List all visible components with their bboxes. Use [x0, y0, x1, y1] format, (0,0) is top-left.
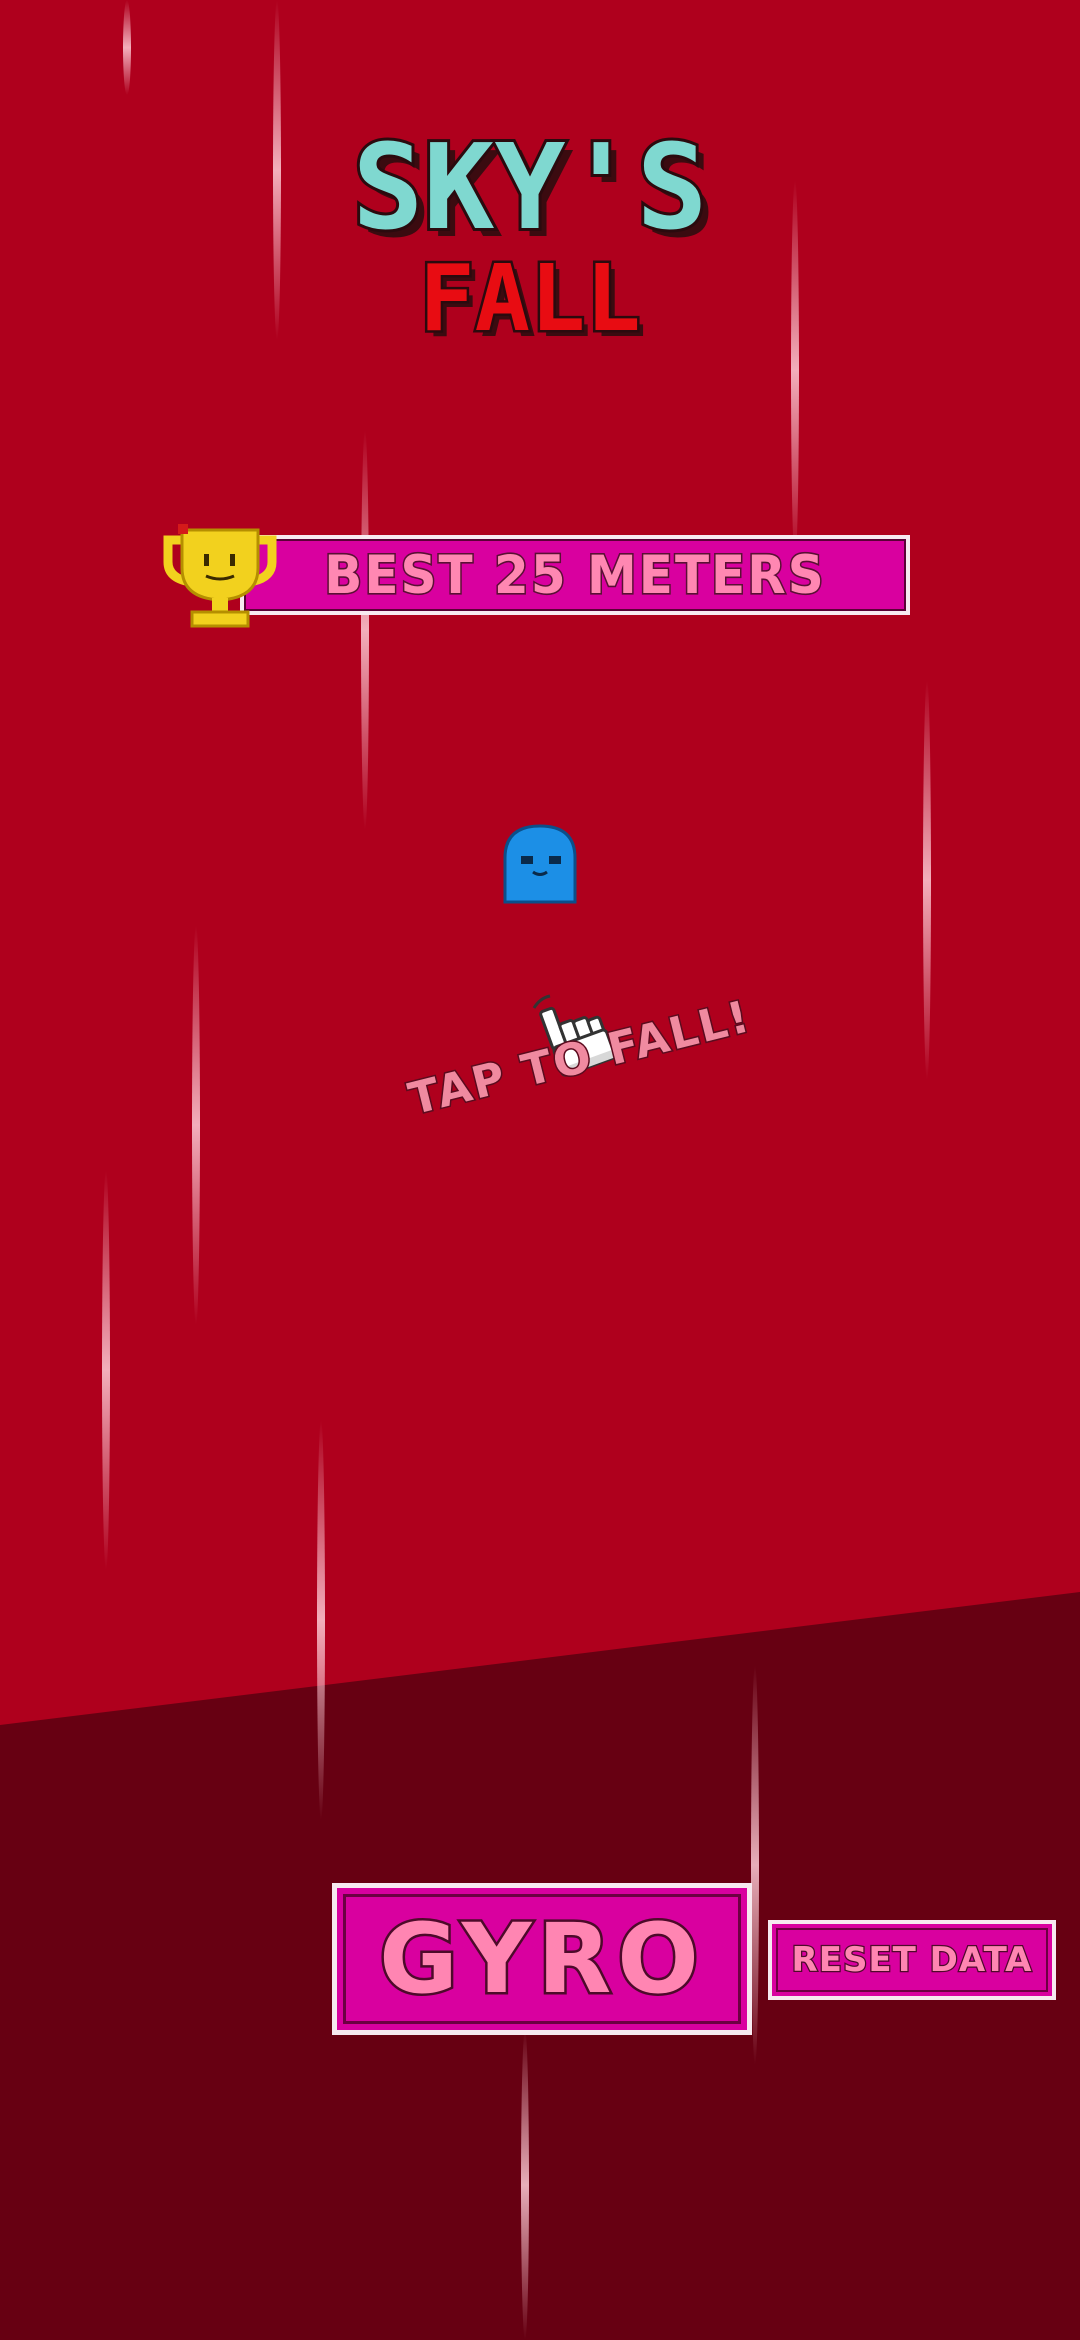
reset-data-button[interactable]: RESET DATA: [768, 1920, 1056, 2000]
rain-streak: [192, 925, 200, 1325]
reset-data-button-label: RESET DATA: [790, 1939, 1033, 1982]
blue-blob-character[interactable]: [497, 822, 583, 908]
rain-streak: [123, 0, 131, 95]
rain-streak: [317, 1420, 325, 1820]
rain-streak: [791, 180, 799, 560]
rain-streak: [273, 0, 281, 340]
title-line2: FALL: [419, 245, 641, 350]
rain-streak: [751, 1665, 759, 2065]
title-line1: SKY'S: [352, 120, 707, 256]
rain-streak: [102, 1170, 110, 1570]
trophy-icon: [163, 524, 277, 628]
rain-streak: [361, 430, 369, 830]
game-title-logo: SKY'S SKY'S FALL FALL: [349, 120, 715, 350]
best-score-text: BEST 25 METERS: [323, 543, 826, 607]
best-score-bar: BEST 25 METERS: [240, 535, 910, 615]
gyro-button[interactable]: GYRO: [332, 1883, 752, 2035]
rain-streak: [521, 2030, 529, 2340]
gyro-button-label: GYRO: [377, 1901, 705, 2018]
rain-streak: [923, 680, 931, 1080]
